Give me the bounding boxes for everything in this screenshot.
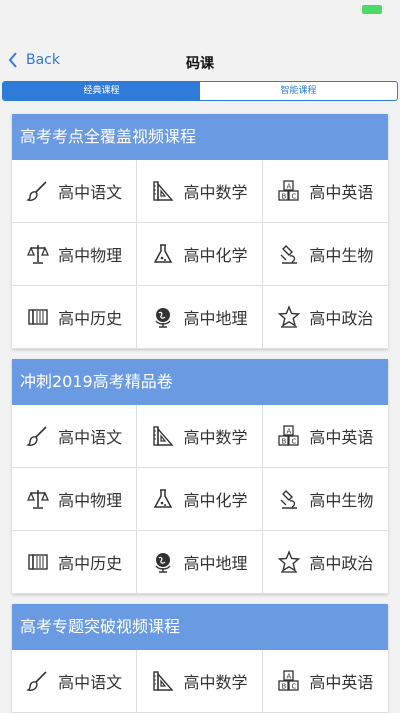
flask-icon	[151, 487, 175, 511]
subject-item[interactable]: 高中语文	[12, 405, 138, 468]
subject-label: 高中英语	[309, 673, 374, 692]
subject-item[interactable]: 高中数学	[137, 405, 263, 468]
subject-item[interactable]: A B C 高中英语	[262, 650, 388, 713]
star-badge-icon	[277, 550, 301, 574]
ruler-icon	[151, 179, 175, 203]
svg-text:C: C	[292, 438, 297, 446]
battery-icon	[362, 5, 382, 14]
subject-item[interactable]: 高中政治	[262, 286, 388, 349]
ruler-icon	[151, 669, 175, 693]
status-bar	[0, 0, 400, 20]
subject-item[interactable]: 高中物理	[12, 468, 138, 531]
subject-label: 高中英语	[309, 428, 374, 447]
globe-icon	[151, 305, 175, 329]
course-section: 冲刺2019高考精品卷 高中语文 高中数学 A B C 高中英语 高中物理 高中化学 高中生物 高中…	[12, 359, 388, 594]
ruler-icon	[151, 424, 175, 448]
subject-label: 高中物理	[58, 246, 123, 265]
subject-label: 高中地理	[183, 554, 248, 573]
subject-item[interactable]: 高中生物	[262, 223, 388, 286]
subject-label: 高中生物	[309, 246, 374, 265]
svg-text:A: A	[287, 183, 292, 191]
balance-scale-icon	[26, 487, 50, 511]
tab-classic-courses[interactable]: 经典课程	[3, 82, 200, 100]
subject-item[interactable]: 高中地理	[137, 531, 263, 594]
microscope-icon	[277, 487, 301, 511]
abc-blocks-icon: ABC	[277, 669, 301, 693]
subject-label: 高中历史	[58, 309, 123, 328]
subject-label: 高中地理	[183, 309, 248, 328]
brush-icon	[26, 424, 50, 448]
course-sections: 高考考点全覆盖视频课程 高中语文 高中数学 A B C 高中英语 高中物理 高中化学 高中生物 高中…	[0, 104, 400, 713]
subject-item[interactable]: 高中化学	[137, 468, 263, 531]
svg-text:B: B	[282, 193, 287, 201]
svg-text:C: C	[292, 193, 297, 201]
subject-item[interactable]: 高中历史	[12, 286, 138, 349]
balance-scale-icon	[26, 242, 50, 266]
section-title: 高考考点全覆盖视频课程	[12, 114, 388, 160]
scroll-icon	[26, 305, 50, 329]
subject-label: 高中化学	[183, 491, 248, 510]
subject-label: 高中语文	[58, 673, 123, 692]
subject-item[interactable]: A B C 高中英语	[262, 160, 388, 223]
svg-text:A: A	[287, 428, 292, 436]
subject-item[interactable]: 高中政治	[262, 531, 388, 594]
section-title: 高考专题突破视频课程	[12, 604, 388, 650]
subject-label: 高中数学	[183, 428, 248, 447]
subject-label: 高中历史	[58, 554, 123, 573]
subject-label: 高中物理	[58, 491, 123, 510]
course-section: 高考考点全覆盖视频课程 高中语文 高中数学 A B C 高中英语 高中物理 高中化学 高中生物 高中…	[12, 114, 388, 349]
subject-label: 高中化学	[183, 246, 248, 265]
globe-icon	[151, 550, 175, 574]
subject-item[interactable]: 高中历史	[12, 531, 138, 594]
subject-item[interactable]: A B C 高中英语	[262, 405, 388, 468]
flask-icon	[151, 242, 175, 266]
subject-item[interactable]: 高中地理	[137, 286, 263, 349]
subject-label: 高中语文	[58, 428, 123, 447]
svg-text:C: C	[292, 683, 297, 691]
star-badge-icon	[277, 305, 301, 329]
subject-label: 高中数学	[183, 183, 248, 202]
subject-item[interactable]: 高中语文	[12, 650, 138, 713]
subject-item[interactable]: 高中生物	[262, 468, 388, 531]
scroll-icon	[26, 550, 50, 574]
abc-blocks-icon: ABC	[277, 424, 301, 448]
subject-label: 高中数学	[183, 673, 248, 692]
svg-text:B: B	[282, 438, 287, 446]
subject-item[interactable]: 高中语文	[12, 160, 138, 223]
course-type-tabs: 经典课程 智能课程	[2, 81, 398, 101]
svg-text:A: A	[287, 673, 292, 681]
subject-item[interactable]: 高中物理	[12, 223, 138, 286]
section-title: 冲刺2019高考精品卷	[12, 359, 388, 405]
subject-grid: 高中语文 高中数学 A B C 高中英语高中物理 高中化学 高中生物高中历史 高中地理 高中政治	[12, 405, 388, 594]
subject-grid: 高中语文 高中数学 A B C 高中英语高中物理 高中化学 高中生物高中历史 高中地理 高中政治	[12, 160, 388, 349]
subject-label: 高中英语	[309, 183, 374, 202]
subject-label: 高中生物	[309, 491, 374, 510]
subject-item[interactable]: 高中化学	[137, 223, 263, 286]
subject-item[interactable]: 高中数学	[137, 160, 263, 223]
brush-icon	[26, 179, 50, 203]
abc-blocks-icon: ABC	[277, 179, 301, 203]
tab-smart-courses[interactable]: 智能课程	[200, 82, 397, 100]
subject-label: 高中政治	[309, 554, 374, 573]
subject-grid: 高中语文 高中数学 A B C 高中英语	[12, 650, 388, 713]
page-title: 码课	[186, 56, 214, 72]
brush-icon	[26, 669, 50, 693]
subject-label: 高中语文	[58, 183, 123, 202]
microscope-icon	[277, 242, 301, 266]
subject-item[interactable]: 高中数学	[137, 650, 263, 713]
course-section: 高考专题突破视频课程高中语文 高中数学 A B C 高中英语	[12, 604, 388, 713]
subject-label: 高中政治	[309, 309, 374, 328]
svg-text:B: B	[282, 683, 287, 691]
